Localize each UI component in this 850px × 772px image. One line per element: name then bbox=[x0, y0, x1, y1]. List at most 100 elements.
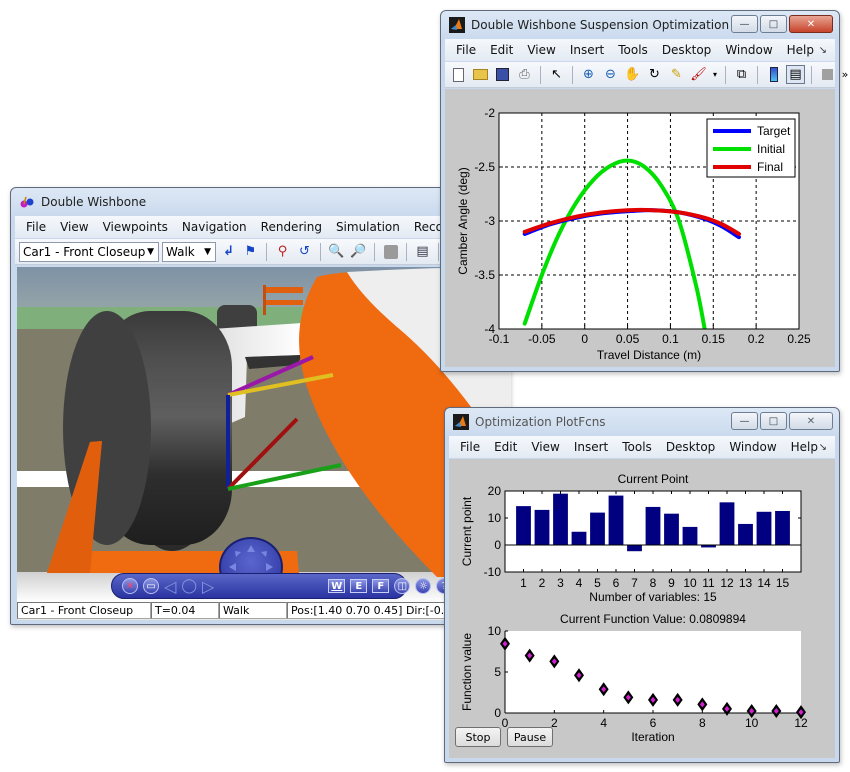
vr-menu-view[interactable]: View bbox=[53, 220, 95, 234]
stop-button[interactable]: Stop bbox=[455, 727, 501, 747]
bar-x-tick-label: 6 bbox=[613, 576, 620, 590]
fig1-menu-file[interactable]: File bbox=[449, 43, 483, 57]
fig1-minimize-button[interactable]: — bbox=[731, 15, 758, 33]
chevron-down-icon: ▼ bbox=[204, 246, 211, 257]
status-viewpoint: Car1 - Front Closeup bbox=[17, 602, 151, 619]
minimize-panel-icon[interactable]: ▭ bbox=[143, 578, 159, 594]
fig1-titlebar: Double Wishbone Suspension Optimization … bbox=[441, 11, 839, 39]
vr-menu-file[interactable]: File bbox=[19, 220, 53, 234]
fig1-figure-area: -0.1 -0.05 0 0.05 0.1 0.15 0.2 0.25 -2 -2.5 -3 -3.5… bbox=[445, 89, 835, 367]
bar-x-tick-label: 3 bbox=[557, 576, 564, 590]
open-file-icon[interactable] bbox=[471, 65, 490, 84]
zoom-out-icon[interactable]: ⊖ bbox=[601, 65, 620, 84]
fig1-menu-insert[interactable]: Insert bbox=[563, 43, 611, 57]
straighten-up-icon[interactable]: ⚲ bbox=[273, 242, 292, 261]
return-to-viewpoint-icon[interactable]: ↲ bbox=[219, 242, 238, 261]
fig1-menu-view[interactable]: View bbox=[520, 43, 562, 57]
fig1-window-title: Double Wishbone Suspension Optimization bbox=[471, 18, 730, 32]
pause-button[interactable]: Pause bbox=[507, 727, 553, 747]
undo-move-icon[interactable]: ↺ bbox=[295, 242, 314, 261]
scatter-x-tick-label: 8 bbox=[699, 716, 706, 730]
fig1-menu-window[interactable]: Window bbox=[718, 43, 779, 57]
create-viewpoint-icon[interactable]: ⚑ bbox=[241, 242, 260, 261]
bar-3 bbox=[553, 493, 568, 545]
fig1-maximize-button[interactable]: □ bbox=[760, 15, 787, 33]
bar-y-tick-label: 10 bbox=[488, 511, 502, 525]
bar-6 bbox=[608, 495, 624, 545]
vr-menu-viewpoints[interactable]: Viewpoints bbox=[96, 220, 175, 234]
3d-scene-canvas[interactable]: ✕ ▭ ◁ ◯ ▷ W E F ◫ ☼ ? bbox=[17, 267, 511, 602]
bar-x-tick-label: 1 bbox=[520, 576, 527, 590]
dock-icon[interactable]: ↘ bbox=[819, 442, 827, 453]
close-panel-icon[interactable]: ✕ bbox=[122, 578, 138, 594]
bar-9 bbox=[664, 513, 679, 545]
vr-menu-simulation[interactable]: Simulation bbox=[329, 220, 407, 234]
rail bbox=[263, 300, 303, 305]
fig2-menu-insert[interactable]: Insert bbox=[567, 440, 615, 454]
fig1-menu-tools[interactable]: Tools bbox=[611, 43, 655, 57]
bar-x-tick-label: 4 bbox=[576, 576, 583, 590]
fig2-menu-window[interactable]: Window bbox=[722, 440, 783, 454]
fig2-minimize-button[interactable]: — bbox=[731, 412, 758, 430]
zoom-in-icon[interactable]: ⊕ bbox=[579, 65, 598, 84]
fly-mode-button[interactable]: F bbox=[372, 579, 390, 593]
x-tick-label: 0.05 bbox=[616, 332, 640, 346]
nav-mode-select[interactable]: Walk ▼ bbox=[162, 241, 216, 262]
zoom-out-icon[interactable]: 🔎 bbox=[349, 242, 368, 261]
bar-x-axis-label: Number of variables: 15 bbox=[589, 590, 717, 604]
hide-plot-tools-icon[interactable] bbox=[818, 65, 837, 84]
pan-hand-icon[interactable]: ✋ bbox=[623, 65, 642, 84]
save-icon[interactable] bbox=[493, 65, 512, 84]
brush-icon[interactable]: 🖌 bbox=[689, 65, 708, 84]
fig2-maximize-button[interactable]: □ bbox=[760, 412, 787, 430]
dock-icon[interactable]: ↘ bbox=[819, 45, 827, 56]
fig2-menu-file[interactable]: File bbox=[453, 440, 487, 454]
walk-mode-button[interactable]: W bbox=[328, 579, 346, 593]
stop-icon[interactable] bbox=[381, 242, 400, 261]
viewpoint-select[interactable]: Car1 - Front Closeup ▼ bbox=[19, 241, 159, 262]
fig1-close-button[interactable]: ✕ bbox=[789, 15, 833, 33]
examine-mode-button[interactable]: E bbox=[350, 579, 368, 593]
scatter-x-tick-label: 6 bbox=[650, 716, 657, 730]
bar-1 bbox=[516, 506, 531, 545]
fig2-close-button[interactable]: ✕ bbox=[789, 412, 833, 430]
toolbar-overflow-icon[interactable]: » bbox=[840, 65, 850, 84]
vr-menu-navigation[interactable]: Navigation bbox=[175, 220, 254, 234]
toolbar-separator bbox=[572, 65, 573, 84]
legend-icon[interactable]: ▤ bbox=[786, 65, 805, 84]
fig1-menu-help[interactable]: Help bbox=[780, 43, 821, 57]
bar-x-tick-label: 10 bbox=[683, 576, 697, 590]
bar-y-tick-label: 0 bbox=[494, 538, 501, 552]
print-icon[interactable]: ⎙ bbox=[515, 65, 534, 84]
toolbar-separator bbox=[757, 65, 758, 84]
fig1-menu-desktop[interactable]: Desktop bbox=[655, 43, 719, 57]
bar-x-tick-label: 14 bbox=[757, 576, 771, 590]
rail bbox=[263, 285, 266, 315]
fig1-menubar: File Edit View Insert Tools Desktop Wind… bbox=[445, 39, 835, 61]
brush-dropdown-icon[interactable]: ▾ bbox=[711, 65, 719, 84]
fig1-menu-edit[interactable]: Edit bbox=[483, 43, 520, 57]
new-figure-icon[interactable] bbox=[449, 65, 468, 84]
fig2-menu-edit[interactable]: Edit bbox=[487, 440, 524, 454]
zoom-in-icon[interactable]: 🔍 bbox=[327, 242, 346, 261]
home-icon[interactable]: ◯ bbox=[181, 578, 197, 594]
fig2-menu-view[interactable]: View bbox=[524, 440, 566, 454]
camber-chart[interactable]: -0.1 -0.05 0 0.05 0.1 0.15 0.2 0.25-2-2.5-3-3.5… bbox=[445, 89, 837, 369]
next-viewpoint-icon[interactable]: ▷ bbox=[202, 577, 214, 596]
vr-menu-rendering[interactable]: Rendering bbox=[254, 220, 329, 234]
chevron-down-icon: ▼ bbox=[147, 246, 154, 257]
properties-icon[interactable]: ▤ bbox=[413, 242, 432, 261]
bar-x-tick-label: 7 bbox=[631, 576, 638, 590]
fig2-menu-tools[interactable]: Tools bbox=[615, 440, 659, 454]
data-cursor-icon[interactable]: ✎ bbox=[667, 65, 686, 84]
link-plot-icon[interactable]: ⧉ bbox=[732, 65, 751, 84]
prev-viewpoint-icon[interactable]: ◁ bbox=[164, 577, 176, 596]
plotfcns-charts[interactable]: Current Point1 2 3 4 5 6 7 8 9 10 11 12 13 14 15-10010… bbox=[449, 459, 837, 759]
fig2-menu-desktop[interactable]: Desktop bbox=[659, 440, 723, 454]
colorbar-icon[interactable] bbox=[764, 65, 783, 84]
y-axis-label: Camber Angle (deg) bbox=[456, 167, 470, 274]
rotate-3d-icon[interactable]: ↻ bbox=[645, 65, 664, 84]
y-tick-label: -4 bbox=[484, 322, 495, 336]
edit-plot-arrow-icon[interactable]: ↖ bbox=[547, 65, 566, 84]
bar-x-tick-label: 9 bbox=[668, 576, 675, 590]
